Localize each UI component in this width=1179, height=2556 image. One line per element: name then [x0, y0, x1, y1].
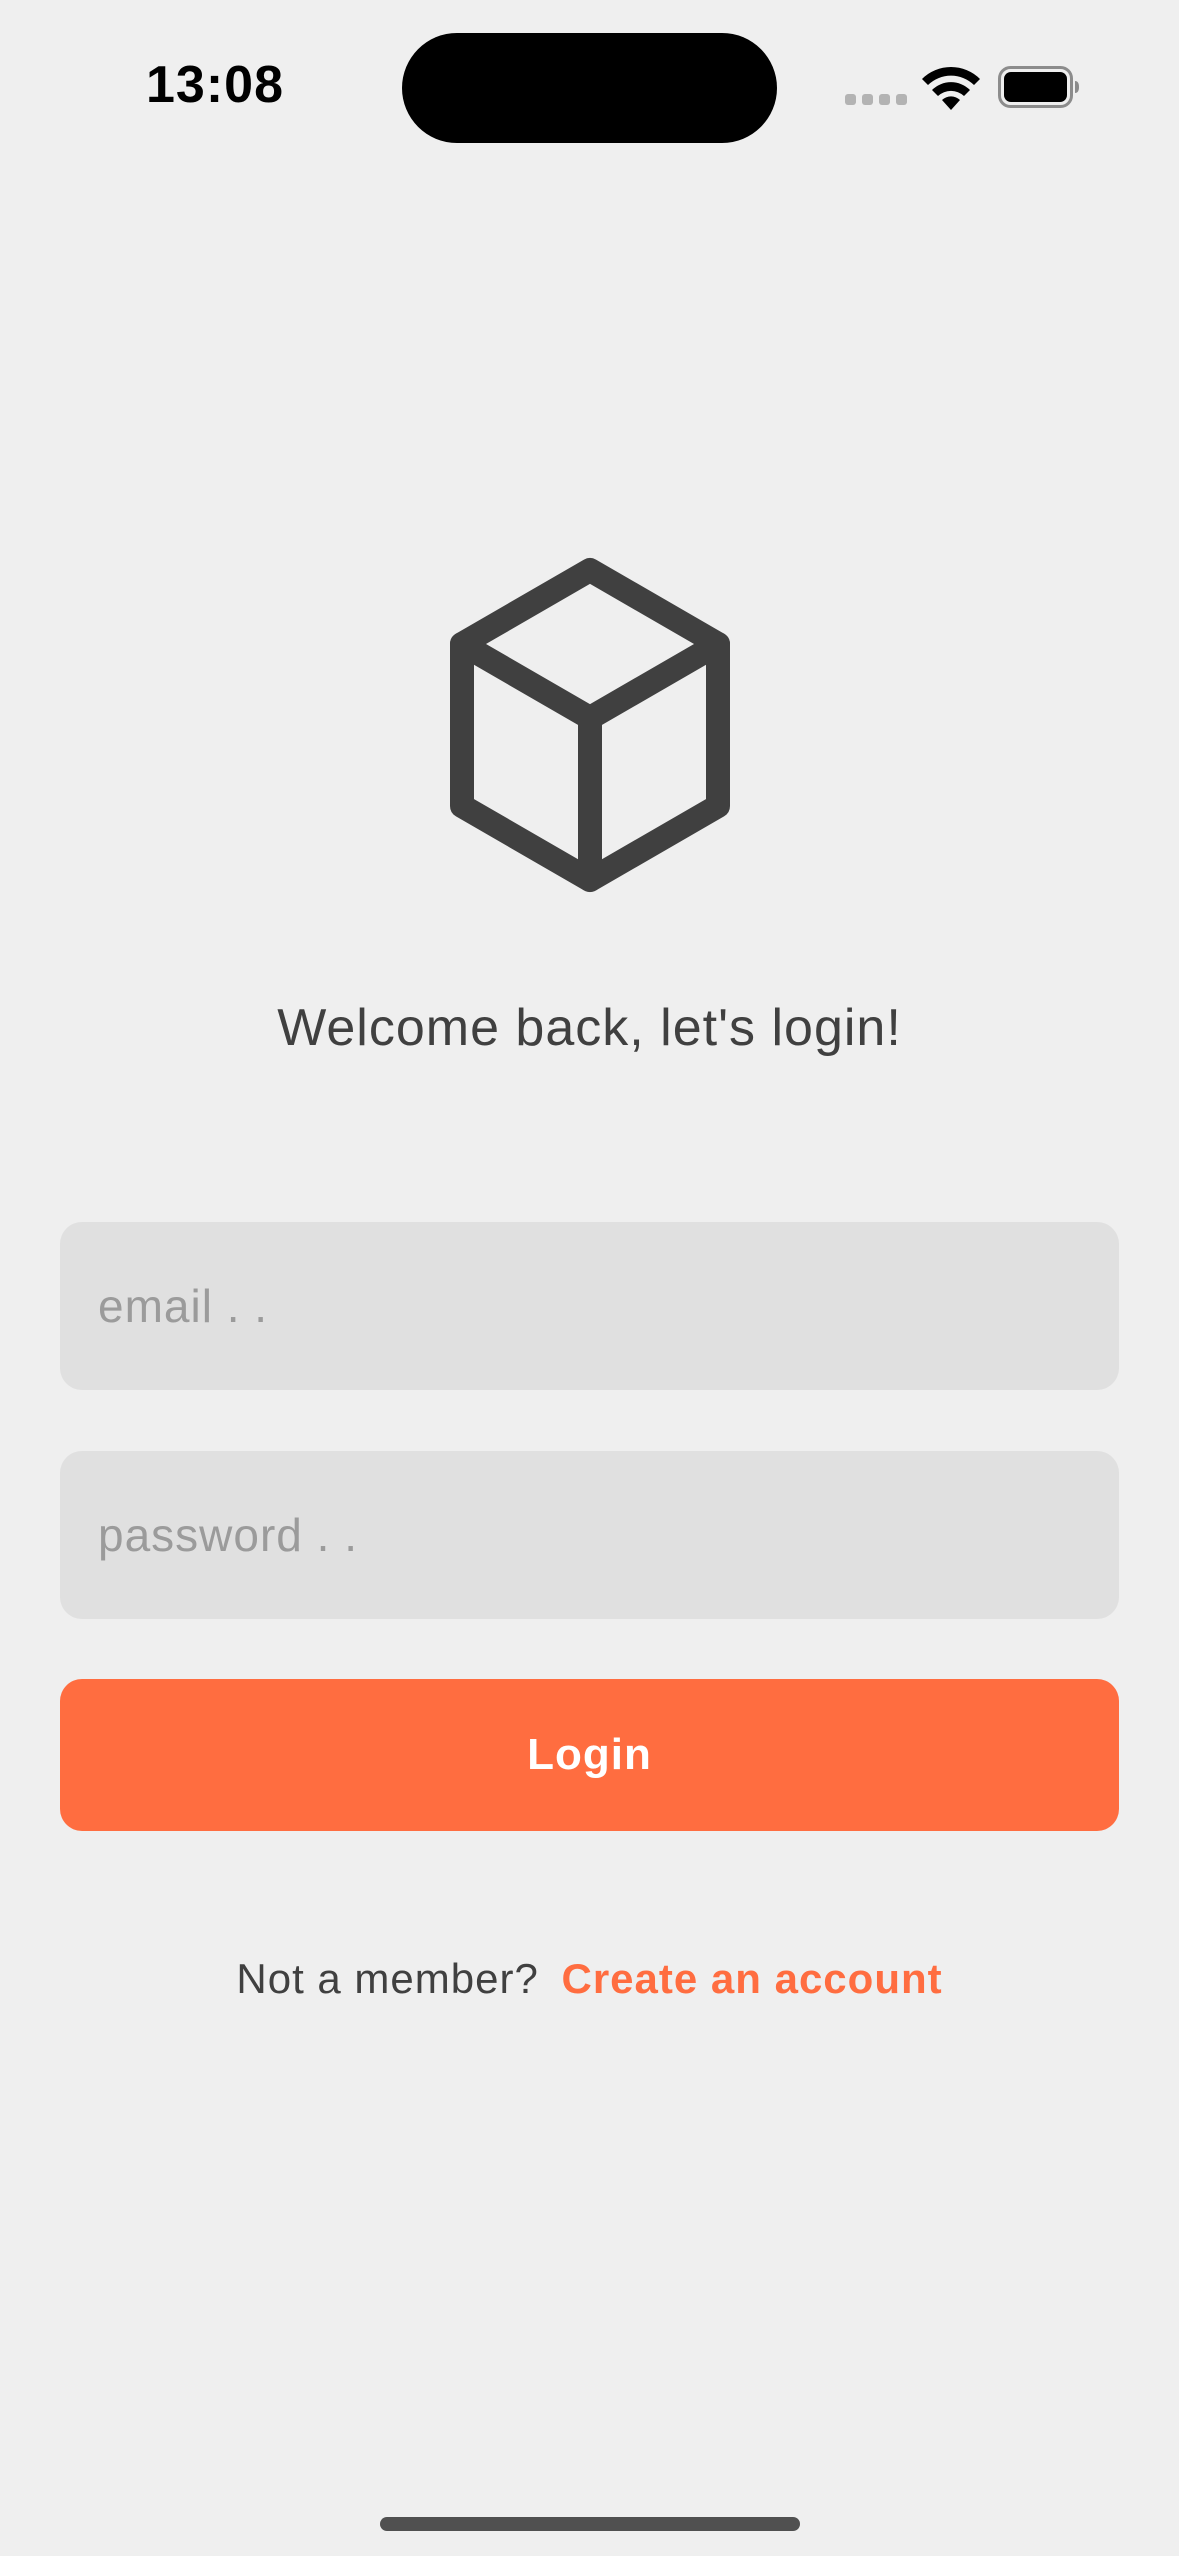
status-time: 13:08	[146, 56, 284, 114]
battery-icon	[998, 66, 1079, 108]
register-prompt: Not a member?	[236, 1955, 539, 2002]
signal-icon	[845, 94, 907, 105]
create-account-link[interactable]: Create an account	[562, 1955, 943, 2002]
email-field[interactable]	[60, 1222, 1119, 1390]
dynamic-island	[402, 33, 777, 143]
register-row: Not a member? Create an account	[0, 1955, 1179, 2003]
password-input[interactable]	[96, 1507, 1119, 1563]
welcome-heading: Welcome back, let's login!	[277, 999, 902, 1057]
home-indicator[interactable]	[380, 2517, 800, 2531]
wifi-icon	[922, 66, 980, 110]
cube-icon	[450, 558, 730, 892]
login-button[interactable]: Login	[60, 1679, 1119, 1831]
status-bar: 13:08	[0, 0, 1179, 150]
email-input[interactable]	[96, 1278, 1119, 1334]
password-field[interactable]	[60, 1451, 1119, 1619]
